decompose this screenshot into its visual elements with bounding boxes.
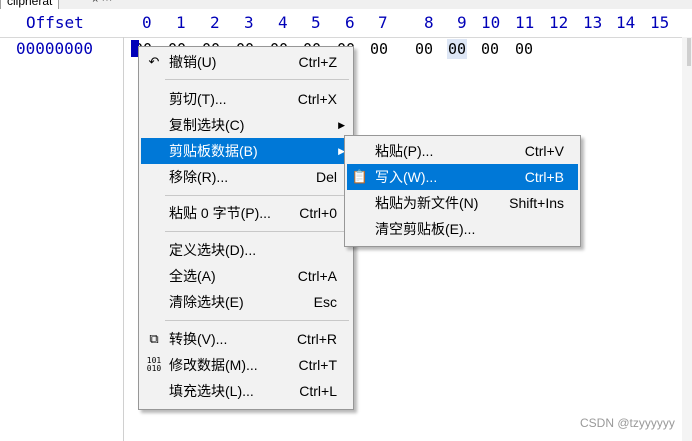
column-header: 10 [481,13,501,32]
column-header: 4 [278,13,288,32]
menu-item-shortcut: Ctrl+T [298,357,338,373]
menu-item-define-block[interactable]: 定义选块(D)... [141,237,351,263]
menu-item-undo[interactable]: ↶ 撤销(U) Ctrl+Z [141,49,351,75]
menu-item-shortcut: Ctrl+B [524,169,564,185]
menu-item-label: 清除选块(E) [169,294,244,310]
hex-byte[interactable]: 00 [515,39,533,59]
column-header: 1 [176,13,186,32]
watermark: CSDN @tzyyyyyy [580,416,675,430]
column-header: 11 [515,13,535,32]
submenu-item-paste-new-file[interactable]: 粘贴为新文件(N) Shift+Ins [347,190,578,216]
menu-item-clipboard-data[interactable]: 剪贴板数据(B) ▶ [141,138,351,164]
column-header: 2 [210,13,220,32]
hex-column-header: Offset 0 1 2 3 4 5 6 7 8 9 10 11 12 13 1… [0,9,692,38]
column-header: 14 [616,13,636,32]
menu-item-label: 转换(V)... [169,331,228,347]
context-menu: ↶ 撤销(U) Ctrl+Z 剪切(T)... Ctrl+X 复制选块(C) ▶… [138,46,354,410]
menu-item-shortcut: Del [315,169,337,185]
menu-item-shortcut: Ctrl+V [524,143,564,159]
vertical-scrollbar[interactable] [682,37,692,441]
column-header: 5 [311,13,321,32]
menu-item-remove[interactable]: 移除(R)... Del [141,164,351,190]
column-header: 13 [583,13,603,32]
undo-icon: ↶ [148,54,160,69]
menu-item-paste-zero-bytes[interactable]: 粘贴 0 字节(P)... Ctrl+0 [141,200,351,226]
menu-item-label: 粘贴 0 字节(P)... [169,205,271,221]
menu-item-label: 写入(W)... [375,169,438,185]
column-header: 12 [549,13,569,32]
menu-item-label: 定义选块(D)... [169,242,257,258]
menu-item-convert[interactable]: ⧉ 转换(V)... Ctrl+R [141,326,351,352]
menu-item-label: 粘贴(P)... [375,143,434,159]
menu-item-label: 清空剪贴板(E)... [375,221,476,237]
submenu-item-write[interactable]: 📋 写入(W)... Ctrl+B [347,164,578,190]
column-header: 3 [244,13,254,32]
hex-byte[interactable]: 00 [415,39,433,59]
menu-item-shortcut: Shift+Ins [509,195,564,211]
menu-item-shortcut: Esc [313,294,337,310]
file-tab-label: clipherat [7,0,53,8]
column-header: 9 [457,13,467,32]
hex-byte[interactable]: 00 [370,39,388,59]
column-header: 15 [650,13,670,32]
tab-close-icon[interactable]: × ··· [92,0,112,8]
submenu-item-clear-clipboard[interactable]: 清空剪贴板(E)... [347,216,578,242]
menu-item-label: 复制选块(C) [169,117,245,133]
hex-byte[interactable]: 00 [481,39,499,59]
menu-item-shortcut: Ctrl+0 [299,205,337,221]
menu-item-shortcut: Ctrl+A [297,268,337,284]
column-header: 0 [142,13,152,32]
convert-icon: ⧉ [149,331,159,346]
file-tab[interactable]: clipherat [0,0,60,9]
menu-item-select-all[interactable]: 全选(A) Ctrl+A [141,263,351,289]
submenu-item-paste[interactable]: 粘贴(P)... Ctrl+V [347,138,578,164]
scrollbar-thumb[interactable] [687,38,691,66]
offset-divider [123,37,124,441]
tab-strip: clipherat × ··· [0,0,692,9]
menu-item-clear-block[interactable]: 清除选块(E) Esc [141,289,351,315]
hex-byte-highlighted[interactable]: 00 [447,39,468,59]
menu-item-label: 剪贴板数据(B) [169,143,258,159]
menu-item-label: 修改数据(M)... [169,357,258,373]
menu-item-modify-data[interactable]: 101 010 修改数据(M)... Ctrl+T [141,352,351,378]
clipboard-submenu: 粘贴(P)... Ctrl+V 📋 写入(W)... Ctrl+B 粘贴为新文件… [344,135,581,247]
menu-item-label: 填充选块(L)... [169,383,254,399]
menu-item-shortcut: Ctrl+R [296,331,337,347]
column-header: 7 [378,13,388,32]
menu-item-label: 粘贴为新文件(N) [375,195,479,211]
menu-item-copy-block[interactable]: 复制选块(C) ▶ [141,112,351,138]
column-header: 8 [424,13,434,32]
menu-separator [165,195,349,196]
binary-icon: 101 010 [146,356,162,373]
menu-item-label: 移除(R)... [169,169,229,185]
menu-separator [165,231,349,232]
menu-item-shortcut: Ctrl+L [299,383,337,399]
menu-item-label: 全选(A) [169,268,216,284]
menu-item-label: 撤销(U) [169,54,217,70]
menu-separator [165,320,349,321]
row-offset: 00000000 [16,39,94,58]
offset-header: Offset [26,13,84,32]
clipboard-write-icon: 📋 [351,169,369,184]
menu-item-label: 剪切(T)... [169,91,227,107]
menu-item-cut[interactable]: 剪切(T)... Ctrl+X [141,86,351,112]
menu-separator [165,79,349,80]
column-header: 6 [345,13,355,32]
menu-item-shortcut: Ctrl+Z [298,54,338,70]
menu-item-shortcut: Ctrl+X [297,91,337,107]
menu-item-fill-block[interactable]: 填充选块(L)... Ctrl+L [141,378,351,404]
